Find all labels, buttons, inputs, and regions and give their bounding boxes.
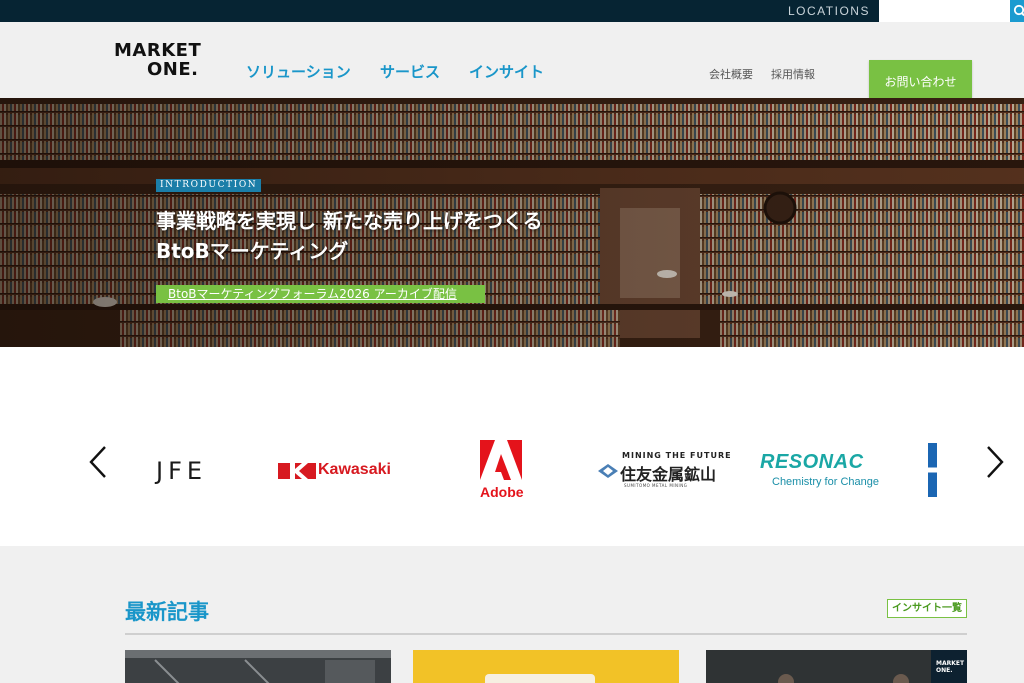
search-input[interactable] [879, 0, 1010, 22]
market-one-logo[interactable]: MARKET ONE. [114, 41, 210, 81]
introduction-badge: INTRODUCTION [156, 179, 262, 192]
resonac-wordmark: RESONAC [760, 451, 864, 473]
article-thumbnail [125, 650, 391, 683]
partial-client-logo [928, 443, 937, 497]
adobe-wordmark: Adobe [480, 484, 524, 500]
nav-services[interactable]: サービス [380, 61, 440, 82]
adobe-mark-icon [480, 440, 522, 480]
sumitomo-metal-mining-logo: MINING THE FUTURE 住友金属鉱山 SUMITOMO METAL … [598, 451, 731, 491]
contact-button[interactable]: お問い合わせ [869, 60, 972, 98]
nav-careers[interactable]: 採用情報 [771, 66, 815, 82]
article-thumbnail [706, 650, 967, 683]
card-market-one-logo: MARKET ONE. [931, 650, 967, 683]
section-divider [125, 633, 967, 635]
client-logo-carousel: JFE Kawasaki Adobe MINING THE FUTURE 住友金… [0, 347, 1024, 546]
nav-insights[interactable]: インサイト [469, 61, 544, 82]
nav-solutions[interactable]: ソリューション [246, 61, 351, 82]
sumitomo-subname: SUMITOMO METAL MINING [624, 483, 688, 488]
logo-text-bottom: ONE. [147, 59, 199, 80]
nav-company[interactable]: 会社概要 [709, 66, 753, 82]
locations-link[interactable]: LOCATIONS [788, 4, 870, 18]
search-icon [1013, 4, 1024, 17]
hero-headline: 事業戦略を実現し 新たな売り上げをつくる BtoBマーケティング [156, 206, 543, 266]
adobe-logo: Adobe [478, 440, 524, 502]
chevron-right-icon [987, 446, 1004, 478]
carousel-next-button[interactable] [980, 442, 1008, 482]
hero-banner: INTRODUCTION 事業戦略を実現し 新たな売り上げをつくる BtoBマー… [0, 98, 1024, 347]
sumitomo-name: 住友金属鉱山 [620, 465, 717, 484]
article-card[interactable] [413, 650, 679, 683]
chevron-left-icon [89, 446, 106, 478]
hero-headline-line2: BtoBマーケティング [156, 239, 349, 263]
insight-list-button[interactable]: インサイト一覧 [887, 599, 967, 618]
carousel-prev-button[interactable] [85, 442, 113, 482]
article-card[interactable] [125, 650, 391, 683]
utility-bar: LOCATIONS [0, 0, 1024, 22]
kawasaki-wordmark: Kawasaki [318, 461, 391, 478]
sumitomo-mark-icon [598, 464, 618, 478]
logo-text-top: MARKET [114, 40, 202, 61]
latest-articles-section: 最新記事 インサイト一覧 MARKET ONE. [0, 546, 1024, 683]
page: LOCATIONS MARKET ONE. ソリューション サービス インサイト… [0, 0, 1024, 683]
site-header: MARKET ONE. ソリューション サービス インサイト 会社概要 採用情報… [0, 22, 1024, 98]
kawasaki-mark-icon [278, 463, 316, 479]
card-logo-text-bottom: ONE. [936, 667, 953, 674]
hero-headline-line1: 事業戦略を実現し 新たな売り上げをつくる [156, 209, 543, 233]
jfe-logo: JFE [156, 457, 208, 485]
resonac-tagline: Chemistry for Change [772, 476, 879, 488]
forum-archive-link[interactable]: BtoBマーケティングフォーラム2026 アーカイブ配信 [156, 285, 485, 303]
section-title: 最新記事 [125, 600, 209, 624]
resonac-logo: RESONAC Chemistry for Change [760, 451, 890, 491]
sumitomo-tagline: MINING THE FUTURE [622, 451, 732, 460]
card-logo-text-top: MARKET [936, 660, 965, 667]
article-thumbnail [413, 650, 679, 683]
article-card[interactable]: MARKET ONE. [706, 650, 967, 683]
search-button[interactable] [1010, 0, 1024, 22]
